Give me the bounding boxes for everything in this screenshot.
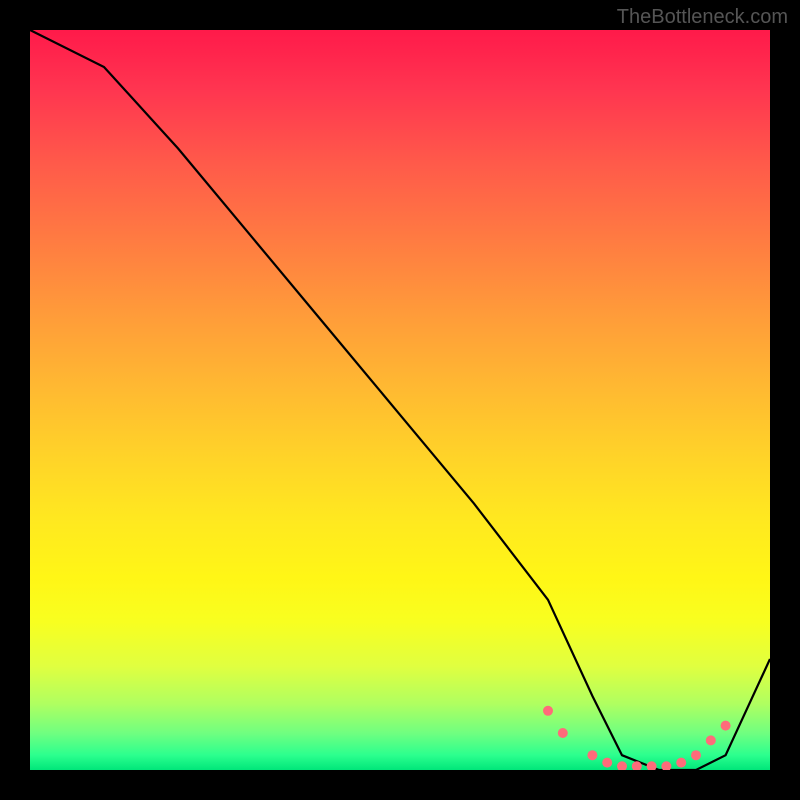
chart-svg <box>30 30 770 770</box>
marker-point <box>647 761 657 770</box>
marker-point <box>721 721 731 731</box>
curve-line <box>30 30 770 770</box>
marker-point <box>617 761 627 770</box>
marker-point <box>558 728 568 738</box>
marker-point <box>543 706 553 716</box>
plot-area <box>30 30 770 770</box>
marker-point <box>676 758 686 768</box>
marker-point <box>661 761 671 770</box>
watermark-text: TheBottleneck.com <box>617 6 788 29</box>
marker-point <box>691 750 701 760</box>
marker-point <box>706 735 716 745</box>
marker-point <box>587 750 597 760</box>
marker-point <box>602 758 612 768</box>
